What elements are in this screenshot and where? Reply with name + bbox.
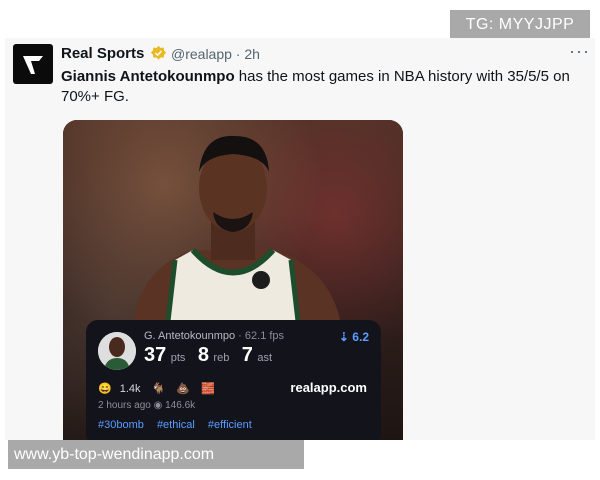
reactions-row[interactable]: 😄 1.4k 🐐 💩 🧱 — [98, 382, 223, 395]
mentioned-player: Giannis Antetokounmpo — [61, 68, 235, 85]
view-count: 146.6k — [165, 400, 196, 411]
author-avatar[interactable] — [13, 44, 53, 84]
more-options-icon[interactable]: ··· — [569, 41, 590, 62]
stat-card[interactable]: G. Antetokounmpo · 62.1 fps ⇣ 6.2 37 pts… — [86, 320, 381, 440]
points-label: pts — [170, 352, 186, 364]
hashtags: #30bomb #ethical #efficient — [98, 419, 262, 431]
player-info: G. Antetokounmpo · 62.1 fps — [144, 330, 284, 342]
laugh-emoji-icon[interactable]: 😄 — [98, 383, 112, 395]
assists-label: ast — [257, 352, 273, 364]
points-value: 37 — [144, 344, 167, 366]
verified-badge-icon — [150, 45, 167, 60]
hashtag[interactable]: #30bomb — [98, 419, 144, 431]
hashtag[interactable]: #efficient — [208, 419, 252, 431]
brand-url[interactable]: realapp.com — [290, 380, 367, 395]
time-ago: 2 hours ago — [98, 400, 151, 411]
player-avatar — [98, 332, 136, 370]
fantasy-points: · 62.1 fps — [235, 330, 285, 342]
tweet-media-image[interactable]: G. Antetokounmpo · 62.1 fps ⇣ 6.2 37 pts… — [63, 120, 403, 440]
stat-line: 37 pts 8 reb 7 ast — [144, 344, 280, 367]
real-sports-logo-icon — [23, 56, 43, 74]
brick-emoji-icon[interactable]: 🧱 — [201, 383, 215, 395]
eye-icon: ◉ — [153, 400, 163, 411]
player-rating: ⇣ 6.2 — [338, 330, 369, 344]
tweet-text: Giannis Antetokounmpo has the most games… — [61, 67, 581, 107]
author-name[interactable]: Real Sports — [61, 45, 144, 62]
assists-value: 7 — [241, 344, 253, 366]
author-handle-time[interactable]: @realapp · 2h — [171, 46, 260, 62]
goat-emoji-icon[interactable]: 🐐 — [152, 383, 166, 395]
hashtag[interactable]: #ethical — [157, 419, 195, 431]
reaction-count: 1.4k — [119, 383, 141, 395]
rebounds-label: reb — [213, 352, 230, 364]
tweet-card[interactable]: Real Sports @realapp · 2h ··· Giannis An… — [5, 38, 595, 440]
watermark-top: TG: MYYJJPP — [450, 10, 590, 40]
rebounds-value: 8 — [197, 344, 209, 366]
watermark-bottom: www.yb-top-wendinapp.com — [8, 440, 304, 469]
poop-emoji-icon[interactable]: 💩 — [176, 383, 190, 395]
player-name: G. Antetokounmpo — [144, 330, 236, 342]
post-meta: 2 hours ago ◉ 146.6k — [98, 400, 195, 411]
